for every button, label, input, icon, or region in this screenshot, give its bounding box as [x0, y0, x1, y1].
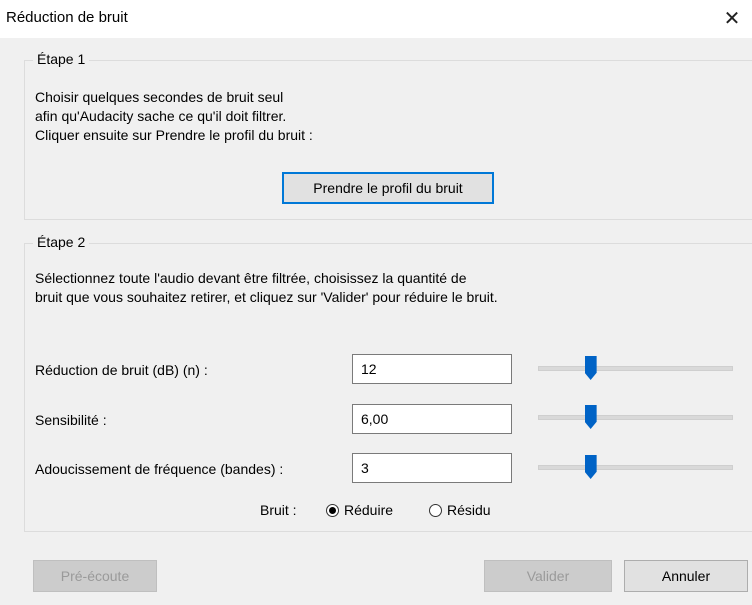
step2-group: Étape 2 Sélectionnez toute l'audio devan… [24, 234, 752, 532]
ok-button[interactable]: Valider [484, 560, 612, 592]
residue-radio[interactable]: Résidu [429, 502, 491, 518]
sensitivity-input[interactable]: 6,00 [352, 404, 512, 434]
radio-dot-icon [429, 503, 442, 517]
residue-radio-label: Résidu [447, 502, 491, 518]
preview-button[interactable]: Pré-écoute [33, 560, 157, 592]
slider-thumb[interactable] [584, 356, 597, 380]
step1-line-3: Cliquer ensuite sur Prendre le profil du… [35, 127, 313, 143]
step1-group: Étape 1 Choisir quelques secondes de bru… [24, 51, 752, 220]
sensitivity-slider[interactable] [538, 405, 733, 429]
title-bar: Réduction de bruit ✕ [0, 0, 752, 38]
step2-label: Étape 2 [33, 234, 90, 250]
slider-track [538, 465, 733, 470]
slider-thumb[interactable] [584, 405, 597, 429]
window-title: Réduction de bruit [6, 9, 128, 26]
noise-reduction-label: Réduction de bruit (dB) (n) : [35, 362, 208, 378]
slider-track [538, 415, 733, 420]
cancel-button[interactable]: Annuler [624, 560, 748, 592]
noise-reduction-input[interactable]: 12 [352, 354, 512, 384]
slider-thumb[interactable] [584, 455, 597, 479]
frequency-smoothing-label: Adoucissement de fréquence (bandes) : [35, 461, 284, 477]
noise-label: Bruit : [260, 502, 297, 518]
step2-line-2: bruit que vous souhaitez retirer, et cli… [35, 289, 498, 305]
reduce-radio-label: Réduire [344, 502, 394, 518]
step1-line-1: Choisir quelques secondes de bruit seul [35, 89, 284, 105]
frequency-smoothing-input[interactable]: 3 [352, 453, 512, 483]
frequency-smoothing-slider[interactable] [538, 455, 733, 479]
noise-reduction-slider[interactable] [538, 356, 733, 380]
step1-label: Étape 1 [33, 51, 90, 67]
take-noise-profile-button[interactable]: Prendre le profil du bruit [282, 172, 494, 204]
sensitivity-label: Sensibilité : [35, 412, 107, 428]
radio-dot-icon [326, 503, 339, 517]
step1-line-2: afin qu'Audacity sache ce qu'il doit fil… [35, 108, 287, 124]
close-icon[interactable]: ✕ [712, 0, 752, 38]
slider-track [538, 366, 733, 371]
reduce-radio[interactable]: Réduire [326, 502, 393, 518]
step2-line-1: Sélectionnez toute l'audio devant être f… [35, 270, 467, 286]
